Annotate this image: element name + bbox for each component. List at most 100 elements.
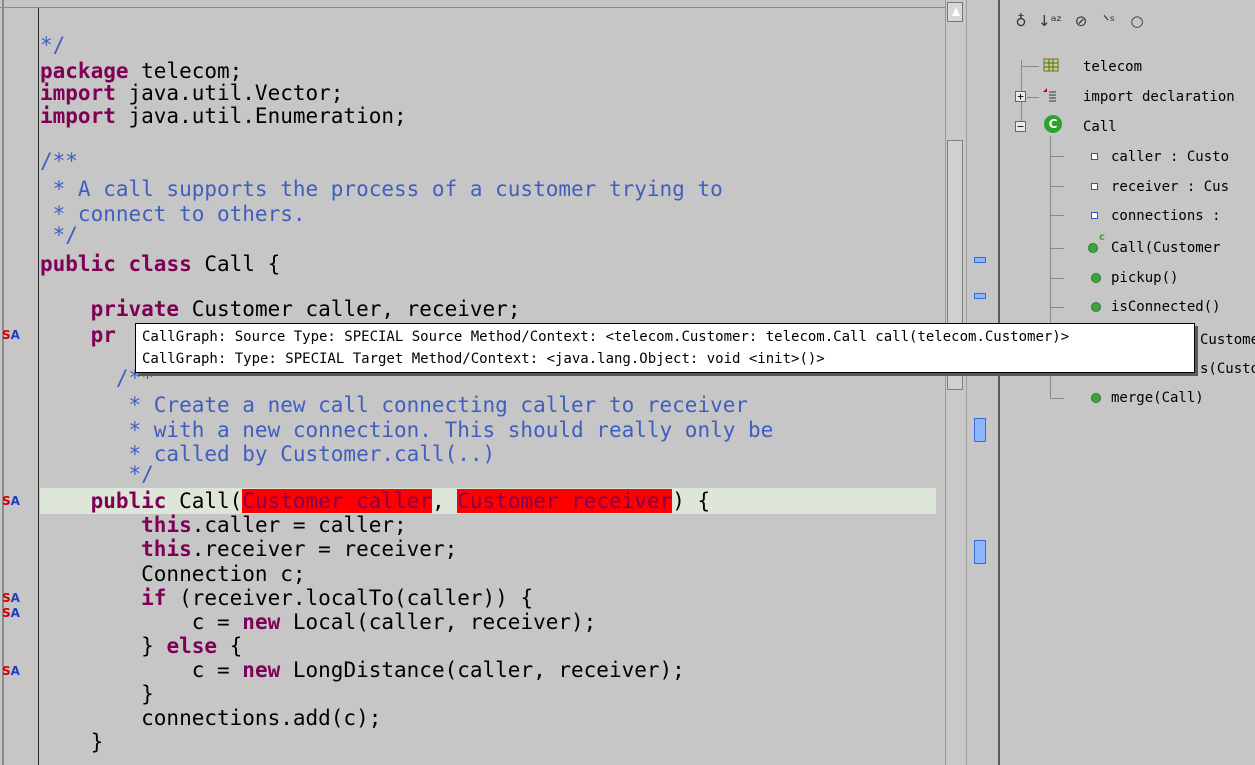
- keyword-token: if: [141, 586, 167, 610]
- editor-left-border: [2, 0, 4, 765]
- outline-item-field[interactable]: receiver : Cus: [1111, 178, 1229, 196]
- keyword-token: else: [166, 634, 218, 658]
- method-icon: [1091, 273, 1101, 283]
- code-line[interactable]: c = new LongDistance(caller, receiver);: [40, 657, 685, 683]
- outline-item-field[interactable]: caller : Custo: [1111, 148, 1229, 166]
- code-line[interactable]: }: [40, 729, 104, 755]
- outline-item-imports[interactable]: import declaration: [1083, 88, 1235, 106]
- code-line[interactable]: c = new Local(caller, receiver);: [40, 609, 597, 635]
- code-text: LongDistance(caller, receiver);: [280, 658, 685, 682]
- code-text: */: [40, 33, 66, 57]
- outline-item-method[interactable]: s(Custo: [1200, 360, 1255, 378]
- code-text: java.util.Vector;: [115, 81, 344, 105]
- code-line[interactable]: }: [40, 681, 154, 707]
- code-text: * connect to others.: [40, 202, 306, 226]
- overview-ruler[interactable]: [966, 0, 996, 765]
- constructor-badge-icon: c: [1099, 232, 1105, 243]
- code-text: .caller = caller;: [191, 513, 407, 537]
- keyword-token: this: [141, 513, 192, 537]
- ruler-marker[interactable]: [974, 418, 986, 442]
- code-line[interactable]: /**: [40, 148, 78, 174]
- outline-item-method[interactable]: isConnected(): [1111, 298, 1221, 316]
- method-icon: [1091, 393, 1101, 403]
- code-text: java.util.Enumeration;: [115, 104, 407, 128]
- tree-connector: [1027, 97, 1039, 98]
- outline-item-method[interactable]: Custome: [1200, 331, 1255, 349]
- outline-item-method[interactable]: merge(Call): [1111, 389, 1204, 407]
- code-text: connections.add(c);: [40, 706, 382, 730]
- code-line[interactable]: connections.add(c);: [40, 705, 381, 731]
- code-line[interactable]: */: [40, 222, 78, 248]
- scroll-up-button[interactable]: [947, 2, 963, 22]
- keyword-token: public: [90, 489, 167, 513]
- code-line[interactable]: public class Call {: [40, 251, 280, 277]
- outline-item-method[interactable]: pickup(): [1111, 269, 1178, 287]
- hide-static-icon[interactable]: ⊘: [1070, 10, 1092, 32]
- flagged-parameter[interactable]: Customer caller: [242, 489, 432, 513]
- code-line[interactable]: * connect to others.: [40, 201, 306, 227]
- code-text: */: [40, 462, 154, 486]
- import-icon: [1043, 88, 1056, 102]
- code-line[interactable]: Connection c;: [40, 561, 305, 587]
- code-line[interactable]: * A call supports the process of a custo…: [40, 176, 723, 202]
- outline-item-package[interactable]: telecom: [1083, 58, 1142, 76]
- tree-connector: [1050, 215, 1064, 216]
- keyword-token: new: [242, 658, 281, 682]
- code-line[interactable]: import java.util.Enumeration;: [40, 103, 407, 129]
- code-text: (receiver.localTo(caller)) {: [166, 586, 534, 610]
- hide-fields-icon[interactable]: ♁: [1010, 10, 1032, 32]
- keyword-token: private: [90, 297, 180, 321]
- outline-item-field[interactable]: connections :: [1111, 207, 1221, 225]
- field-icon: [1091, 153, 1098, 160]
- hide-nonpublic-icon[interactable]: ᐠˢ: [1098, 10, 1120, 32]
- keyword-token: import: [40, 81, 116, 105]
- code-line[interactable]: * Create a new call connecting caller to…: [40, 392, 749, 418]
- sa-annotation-marker[interactable]: SA: [2, 664, 24, 678]
- tree-connector: [1050, 186, 1064, 187]
- flagged-parameter[interactable]: Customer receiver: [457, 489, 673, 513]
- code-line[interactable]: this.receiver = receiver;: [40, 536, 457, 562]
- keyword-token: new: [242, 610, 281, 634]
- code-line[interactable]: private Customer caller, receiver;: [40, 296, 521, 322]
- code-text: .receiver = receiver;: [191, 537, 458, 561]
- expand-toggle[interactable]: +: [1015, 91, 1026, 102]
- code-line[interactable]: this.caller = caller;: [40, 512, 407, 538]
- code-line[interactable]: * with a new connection. This should rea…: [40, 417, 774, 443]
- hide-local-types-icon[interactable]: ○: [1126, 10, 1148, 32]
- outline-item-class[interactable]: Call: [1083, 118, 1117, 136]
- sa-annotation-marker[interactable]: SA: [2, 591, 24, 605]
- outline-view: [998, 0, 1255, 765]
- code-text: * A call supports the process of a custo…: [40, 177, 723, 201]
- code-text: * with a new connection. This should rea…: [40, 418, 774, 442]
- code-line[interactable]: */: [40, 461, 154, 487]
- sa-annotation-marker[interactable]: SA: [2, 606, 24, 620]
- outline-item-constructor[interactable]: Call(Customer: [1111, 239, 1221, 257]
- callgraph-tooltip: CallGraph: Source Type: SPECIAL Source M…: [135, 323, 1195, 373]
- collapse-toggle[interactable]: −: [1015, 121, 1026, 132]
- ruler-marker[interactable]: [974, 257, 986, 263]
- keyword-token: public: [40, 252, 116, 276]
- code-line[interactable]: */: [40, 32, 65, 58]
- field-icon: [1091, 212, 1098, 219]
- code-line[interactable]: pr: [40, 322, 116, 348]
- class-icon: C: [1044, 115, 1062, 133]
- ruler-marker[interactable]: [974, 540, 986, 564]
- code-text: pr: [40, 323, 116, 347]
- keyword-token: this: [141, 537, 192, 561]
- ruler-marker[interactable]: [974, 293, 986, 299]
- code-text: /**: [40, 149, 78, 173]
- code-line[interactable]: } else {: [40, 633, 242, 659]
- tree-connector: [1021, 66, 1039, 67]
- code-line[interactable]: if (receiver.localTo(caller)) {: [40, 585, 533, 611]
- sa-annotation-marker[interactable]: SA: [2, 494, 24, 508]
- sa-annotation-marker[interactable]: SA: [2, 328, 24, 342]
- tree-connector: [1050, 278, 1064, 279]
- code-editor[interactable]: */ package telecom; import java.util.Vec…: [0, 0, 945, 765]
- code-text: }: [40, 682, 154, 706]
- tree-connector: [1050, 248, 1064, 249]
- code-line-current[interactable]: public Call(Customer caller, Customer re…: [40, 488, 710, 514]
- code-text: Call {: [191, 252, 281, 276]
- tooltip-line-target: CallGraph: Type: SPECIAL Target Method/C…: [142, 351, 825, 367]
- editor-top-border: [0, 7, 945, 8]
- sort-alpha-icon[interactable]: ↓ᵃᶻ: [1038, 10, 1062, 32]
